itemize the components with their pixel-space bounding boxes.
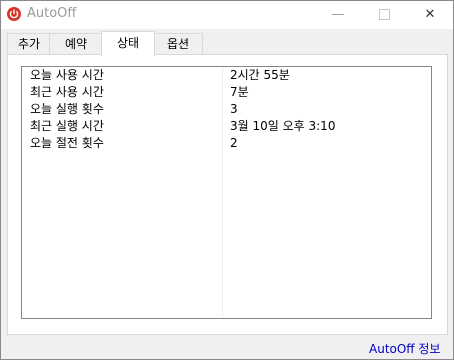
stat-name: 오늘 절전 횟수 xyxy=(30,136,104,150)
list-item[interactable]: 최근 실행 시간 3월 10일 오후 3:10 xyxy=(22,118,431,135)
tab-status[interactable]: 상태 xyxy=(101,31,155,56)
stat-name: 최근 실행 시간 xyxy=(30,119,104,133)
stat-name: 오늘 실행 횟수 xyxy=(30,102,104,116)
stat-value: 2시간 55분 xyxy=(230,68,290,82)
stat-value: 3 xyxy=(230,102,238,116)
list-item[interactable]: 오늘 실행 횟수 3 xyxy=(22,101,431,118)
app-window: AutoOff — ✕ 추가 예약 상태 옵션 오늘 사용 시간 2시간 55분… xyxy=(0,0,454,360)
stat-name: 최근 사용 시간 xyxy=(30,85,104,99)
minimize-button[interactable]: — xyxy=(315,1,361,29)
window-title: AutoOff xyxy=(27,6,77,21)
list-item[interactable]: 오늘 절전 횟수 2 xyxy=(22,135,431,152)
stat-value: 3월 10일 오후 3:10 xyxy=(230,119,336,133)
tab-add[interactable]: 추가 xyxy=(7,33,51,54)
maximize-button[interactable] xyxy=(361,1,407,29)
list-item[interactable]: 오늘 사용 시간 2시간 55분 xyxy=(22,67,431,84)
stat-value: 2 xyxy=(230,136,238,150)
tab-options[interactable]: 옵션 xyxy=(153,33,203,54)
title-bar[interactable]: AutoOff — ✕ xyxy=(1,1,453,29)
about-link[interactable]: AutoOff 정보 xyxy=(369,340,440,357)
tab-schedule[interactable]: 예약 xyxy=(49,33,103,54)
stat-value: 7분 xyxy=(230,85,249,99)
stat-name: 오늘 사용 시간 xyxy=(30,68,104,82)
status-list[interactable]: 오늘 사용 시간 2시간 55분 최근 사용 시간 7분 오늘 실행 횟수 3 … xyxy=(21,66,432,319)
power-icon xyxy=(7,7,21,21)
list-item[interactable]: 최근 사용 시간 7분 xyxy=(22,84,431,101)
status-panel: 오늘 사용 시간 2시간 55분 최근 사용 시간 7분 오늘 실행 횟수 3 … xyxy=(7,54,448,335)
close-button[interactable]: ✕ xyxy=(407,1,453,29)
maximize-icon xyxy=(378,9,390,20)
